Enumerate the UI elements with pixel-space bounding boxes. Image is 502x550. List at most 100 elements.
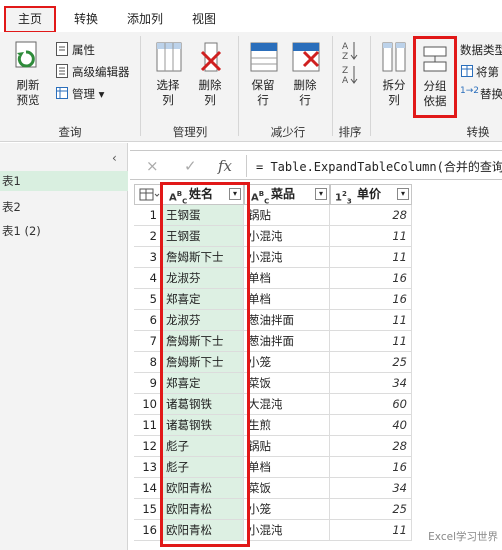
price-cell[interactable]: 11 [330,310,412,331]
dish-cell[interactable]: 单档 [244,289,330,310]
split-column-button[interactable]: 拆分 列 [376,78,412,108]
row-number[interactable]: 10 [134,394,162,415]
tab-add-column[interactable]: 添加列 [116,6,174,32]
sort-descending-icon[interactable]: ZA [342,64,358,86]
price-cell[interactable]: 25 [330,352,412,373]
ribbon: 刷新 预览 属性 高级编辑器 管理 ▾ 查询 选择 列 删除 列 管理列 保留 … [0,32,502,142]
fx-icon[interactable]: fx [218,157,232,175]
dish-cell[interactable]: 菜饭 [244,478,330,499]
dish-cell[interactable]: 单档 [244,268,330,289]
query-item[interactable]: 表1 [0,171,128,191]
price-cell[interactable]: 28 [330,205,412,226]
dish-cell[interactable]: 葱油拌面 [244,331,330,352]
cancel-icon[interactable]: × [146,157,159,175]
row-number[interactable]: 1 [134,205,162,226]
filter-dropdown-icon[interactable]: ▾ [315,188,327,200]
collapse-pane-icon[interactable]: ‹ [112,151,117,165]
row-number[interactable]: 3 [134,247,162,268]
query-group-label: 查询 [58,125,82,139]
price-cell[interactable]: 25 [330,499,412,520]
row-number[interactable]: 15 [134,499,162,520]
column-header-label: 菜品 [271,187,296,201]
advanced-editor-button[interactable]: 高级编辑器 [72,64,130,80]
dish-cell[interactable]: 小混沌 [244,520,330,541]
price-cell[interactable]: 11 [330,331,412,352]
queries-pane: ‹ 表1 表2 表1 (2) [0,143,128,550]
group-by-label: 分组 依据 [423,79,447,108]
query-item[interactable]: 表2 [0,197,128,217]
dish-cell[interactable]: 锅贴 [244,436,330,457]
price-cell[interactable]: 34 [330,478,412,499]
dish-cell[interactable]: 菜饭 [244,373,330,394]
remove-columns-button[interactable]: 删除 列 [192,78,228,108]
use-first-row-button[interactable]: 将第 [476,64,499,80]
price-cell[interactable]: 11 [330,226,412,247]
group-divider [332,36,333,136]
column-header-label: 单价 [357,187,382,201]
row-number[interactable]: 14 [134,478,162,499]
manage-icon [56,87,68,99]
choose-columns-button[interactable]: 选择 列 [150,78,186,108]
column-header-price[interactable]: 123 单价 ▾ [330,184,412,205]
price-cell[interactable]: 16 [330,268,412,289]
svg-text:Z: Z [342,66,348,76]
dish-cell[interactable]: 单档 [244,457,330,478]
row-number[interactable]: 11 [134,415,162,436]
price-cell[interactable]: 60 [330,394,412,415]
data-type-button[interactable]: 数据类型 [460,42,502,58]
manage-label: 管理 [72,87,95,101]
formula-bar: × ✓ fx = Table.ExpandTableColumn(合并的查询, [130,150,502,180]
row-number[interactable]: 5 [134,289,162,310]
filter-dropdown-icon[interactable]: ▾ [397,188,409,200]
row-number[interactable]: 8 [134,352,162,373]
dish-cell[interactable]: 小混沌 [244,247,330,268]
price-cell[interactable]: 16 [330,289,412,310]
keep-rows-button[interactable]: 保留 行 [244,78,282,108]
row-number[interactable]: 9 [134,373,162,394]
row-number[interactable]: 6 [134,310,162,331]
row-number[interactable]: 12 [134,436,162,457]
replace-values-button[interactable]: 替换 [480,86,502,102]
split-column-icon [382,42,406,72]
price-cell[interactable]: 34 [330,373,412,394]
query-item[interactable]: 表1 (2) [0,221,128,241]
dish-cell[interactable]: 小笼 [244,499,330,520]
properties-icon [56,42,68,56]
refresh-preview-button[interactable] [12,40,42,76]
dish-cell[interactable]: 葱油拌面 [244,310,330,331]
remove-rows-button[interactable]: 删除 行 [286,78,324,108]
properties-button[interactable]: 属性 [72,42,95,58]
price-cell[interactable]: 11 [330,247,412,268]
confirm-icon[interactable]: ✓ [184,157,197,175]
replace-values-icon: 1→2 [460,86,479,96]
group-by-button[interactable]: 分组 依据 [413,36,457,118]
sort-ascending-icon[interactable]: AZ [342,40,358,62]
price-cell[interactable]: 16 [330,457,412,478]
tab-home[interactable]: 主页 [4,6,56,33]
dish-cell[interactable]: 小混沌 [244,226,330,247]
row-number[interactable]: 7 [134,331,162,352]
dish-cell[interactable]: 生煎 [244,415,330,436]
chevron-down-icon: ▾ [98,87,105,101]
price-cell[interactable]: 40 [330,415,412,436]
dish-cell[interactable]: 锅贴 [244,205,330,226]
price-cell[interactable]: 11 [330,520,412,541]
watermark: Excel学习世界 [428,531,498,543]
row-number[interactable]: 4 [134,268,162,289]
formula-input[interactable]: = Table.ExpandTableColumn(合并的查询, [256,158,502,175]
row-number[interactable]: 13 [134,457,162,478]
transform-group-label: 转换 [466,125,490,139]
price-cell[interactable]: 28 [330,436,412,457]
manage-columns-group-label: 管理列 [172,125,208,139]
manage-button[interactable]: 管理 ▾ [72,86,104,102]
column-header-dish[interactable]: ABC 菜品 ▾ [244,184,330,205]
ribbon-tab-bar: 主页 转换 添加列 视图 [0,6,502,33]
dish-cell[interactable]: 小笼 [244,352,330,373]
table-menu-button[interactable] [134,184,162,205]
row-number[interactable]: 16 [134,520,162,541]
dish-cell[interactable]: 大混沌 [244,394,330,415]
tab-transform[interactable]: 转换 [64,6,108,32]
tab-view[interactable]: 视图 [182,6,226,32]
remove-rows-icon [292,42,320,72]
row-number[interactable]: 2 [134,226,162,247]
